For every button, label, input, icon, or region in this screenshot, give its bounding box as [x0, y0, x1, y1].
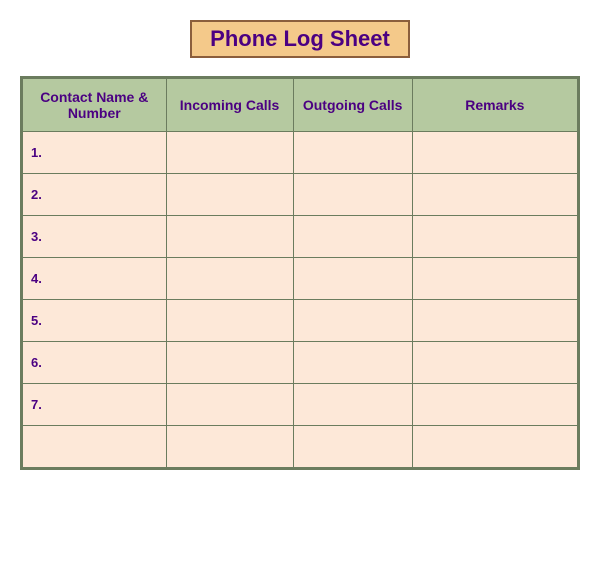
- outgoing-cell[interactable]: [293, 426, 412, 468]
- table-row: [23, 426, 578, 468]
- row-num-cell: 3.: [23, 216, 167, 258]
- table-row: 6.: [23, 342, 578, 384]
- remarks-cell[interactable]: [412, 258, 577, 300]
- page-title: Phone Log Sheet: [190, 20, 410, 58]
- row-num-cell: [23, 426, 167, 468]
- row-num-cell: 5.: [23, 300, 167, 342]
- row-num-cell: 7.: [23, 384, 167, 426]
- incoming-cell[interactable]: [166, 258, 293, 300]
- outgoing-cell[interactable]: [293, 258, 412, 300]
- table-row: 7.: [23, 384, 578, 426]
- remarks-cell[interactable]: [412, 132, 577, 174]
- row-num-cell: 1.: [23, 132, 167, 174]
- row-num-cell: 4.: [23, 258, 167, 300]
- incoming-cell[interactable]: [166, 132, 293, 174]
- table-row: 5.: [23, 300, 578, 342]
- incoming-cell[interactable]: [166, 216, 293, 258]
- outgoing-cell[interactable]: [293, 174, 412, 216]
- outgoing-cell[interactable]: [293, 216, 412, 258]
- outgoing-cell[interactable]: [293, 300, 412, 342]
- incoming-cell[interactable]: [166, 384, 293, 426]
- remarks-cell[interactable]: [412, 216, 577, 258]
- row-num-cell: 6.: [23, 342, 167, 384]
- incoming-cell[interactable]: [166, 342, 293, 384]
- remarks-cell[interactable]: [412, 384, 577, 426]
- phone-log-table: Contact Name &Number Incoming Calls Outg…: [20, 76, 580, 470]
- remarks-cell[interactable]: [412, 342, 577, 384]
- outgoing-cell[interactable]: [293, 384, 412, 426]
- header-outgoing: Outgoing Calls: [293, 79, 412, 132]
- header-remarks: Remarks: [412, 79, 577, 132]
- outgoing-cell[interactable]: [293, 342, 412, 384]
- row-num-cell: 2.: [23, 174, 167, 216]
- incoming-cell[interactable]: [166, 174, 293, 216]
- remarks-cell[interactable]: [412, 300, 577, 342]
- remarks-cell[interactable]: [412, 426, 577, 468]
- header-contact: Contact Name &Number: [23, 79, 167, 132]
- remarks-cell[interactable]: [412, 174, 577, 216]
- table-row: 4.: [23, 258, 578, 300]
- outgoing-cell[interactable]: [293, 132, 412, 174]
- table-row: 3.: [23, 216, 578, 258]
- header-incoming: Incoming Calls: [166, 79, 293, 132]
- table-row: 1.: [23, 132, 578, 174]
- incoming-cell[interactable]: [166, 300, 293, 342]
- table-row: 2.: [23, 174, 578, 216]
- incoming-cell[interactable]: [166, 426, 293, 468]
